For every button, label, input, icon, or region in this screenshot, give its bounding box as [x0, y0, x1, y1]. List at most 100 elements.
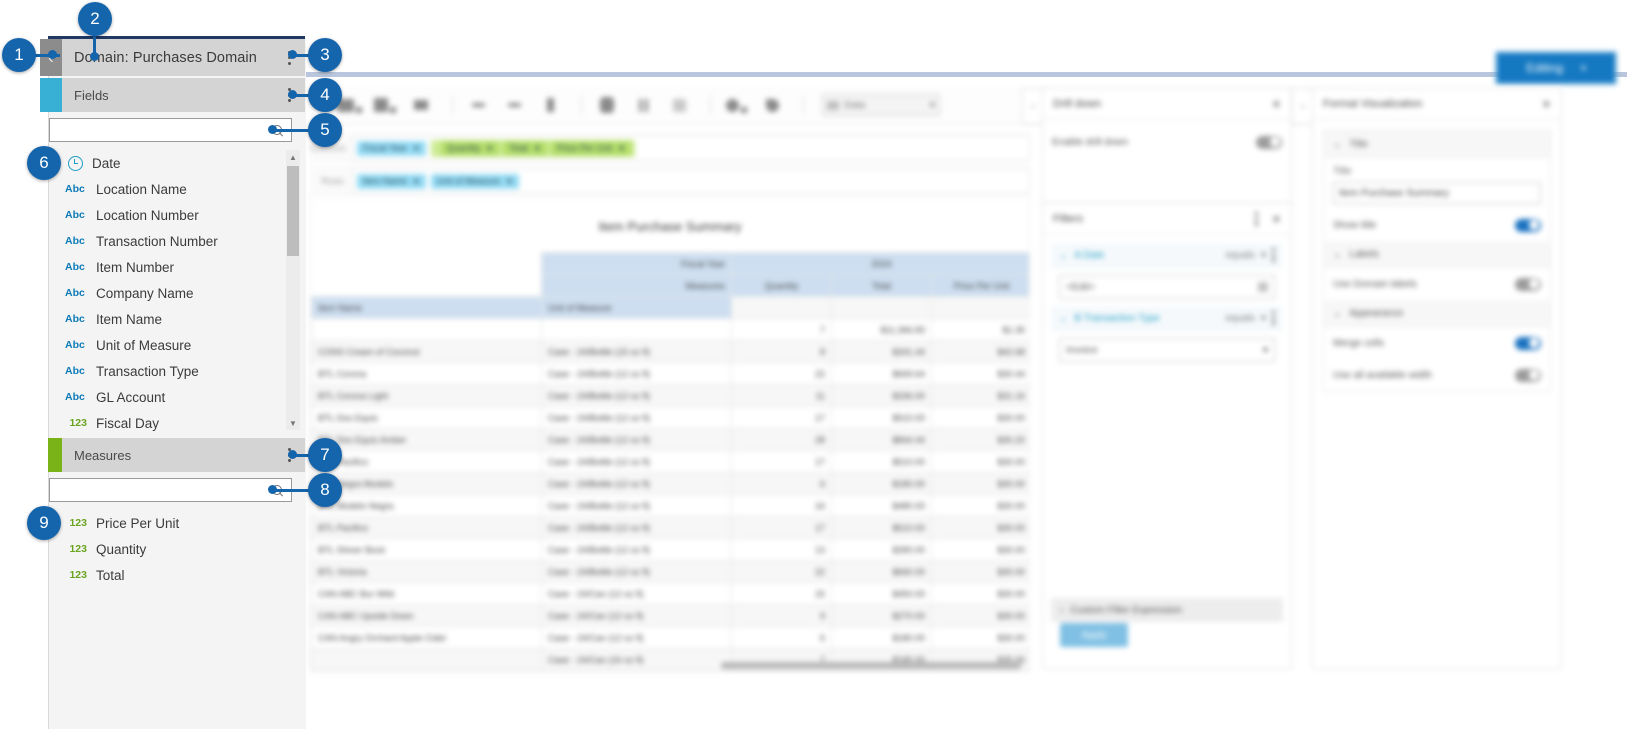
chevron-down-icon[interactable]: ▾	[1263, 345, 1268, 356]
appearance-section-header[interactable]: ⌄ Appearance	[1324, 300, 1550, 327]
editing-mode-button[interactable]: Editing ▾	[1495, 51, 1617, 85]
chip-label: Quantity	[446, 143, 481, 153]
enable-drilldown-row[interactable]: Enable drill down	[1043, 126, 1291, 158]
field-list-item[interactable]: Abc Transaction Number	[49, 228, 306, 254]
fields-search-input[interactable]	[49, 118, 292, 142]
use-all-width-row[interactable]: Use all available width	[1324, 359, 1550, 391]
filter-operator[interactable]: equals	[1226, 250, 1255, 261]
filter-header[interactable]: ⌄ A Date equals ▾	[1051, 243, 1283, 268]
filter-menu-icon[interactable]	[1272, 248, 1275, 262]
scroll-up-icon[interactable]: ▲	[286, 150, 300, 164]
show-title-toggle[interactable]	[1515, 218, 1541, 232]
chevron-down-icon[interactable]: ▾	[1261, 250, 1266, 261]
filter-menu-icon[interactable]	[1272, 311, 1275, 325]
use-domain-labels-row[interactable]: Use Domain labels	[1324, 268, 1550, 300]
undo-icon[interactable]	[463, 94, 493, 116]
field-list-item[interactable]: Abc Transaction Type	[49, 358, 306, 384]
filter-value-input[interactable]: <Edit>	[1059, 275, 1275, 299]
export-icon[interactable]	[370, 94, 400, 116]
close-icon[interactable]: ✕	[486, 144, 493, 153]
shelf-chip[interactable]: Item Name ✕	[356, 173, 426, 189]
table-cell: $510.00	[831, 516, 932, 539]
measures-list[interactable]: 123 Price Per Unit 123 Quantity 123 Total	[49, 510, 306, 610]
palette-icon[interactable]	[721, 94, 751, 116]
field-list-item[interactable]: Date	[49, 150, 306, 176]
apply-button[interactable]: Apply	[1060, 623, 1128, 647]
field-list-item[interactable]: 123 Quantity	[49, 536, 306, 562]
show-title-row[interactable]: Show title	[1324, 209, 1550, 241]
shelf-chip[interactable]: Unit of Measure ✕	[430, 173, 519, 189]
drilldown-panel-tab[interactable]: ›	[1022, 88, 1043, 124]
grid-icon[interactable]	[664, 94, 694, 116]
filter-value-select[interactable]: Invoice ▾	[1059, 338, 1275, 362]
pivot-visualization[interactable]: Item Purchase Summary Fiscal Year 2024 M…	[310, 196, 1030, 672]
custom-filter-expression-row[interactable]: › Custom Filter Expression	[1051, 598, 1283, 622]
measures-search-input[interactable]	[49, 478, 292, 502]
close-icon[interactable]: ✕	[1272, 213, 1281, 226]
horizontal-scrollbar[interactable]	[721, 662, 1021, 669]
pivot-table[interactable]: Fiscal Year 2024 Measures Quantity Total…	[311, 252, 1029, 671]
filter-operator[interactable]: equals	[1226, 313, 1255, 324]
chevron-down-icon[interactable]: ⌄	[1333, 308, 1341, 319]
scrollbar-thumb[interactable]	[287, 166, 299, 256]
close-icon[interactable]: ✕	[1542, 98, 1551, 111]
fields-scrollbar[interactable]: ▲ ▼	[286, 150, 300, 430]
redo-icon[interactable]	[499, 94, 529, 116]
merge-cells-row[interactable]: Merge cells	[1324, 327, 1550, 359]
measures-chip-group[interactable]: Quantity ✕ Total ✕ Price Per Unit ✕	[430, 139, 635, 157]
close-icon[interactable]: ✕	[413, 177, 420, 186]
shelf-chip[interactable]: Quantity ✕	[440, 140, 499, 156]
pause-icon[interactable]	[628, 94, 658, 116]
close-icon[interactable]: ✕	[506, 177, 513, 186]
filter-value: <Edit>	[1066, 281, 1095, 293]
shelf-chip[interactable]: Fiscal Year ✕	[357, 140, 426, 156]
chart-type-select[interactable]: Data ▾	[822, 94, 940, 116]
fields-list[interactable]: Date Abc Location Name Abc Location Number Ab…	[49, 150, 306, 435]
use-all-width-toggle[interactable]	[1515, 368, 1541, 382]
field-list-item[interactable]: Abc Location Number	[49, 202, 306, 228]
fields-section-header[interactable]: Fields	[62, 78, 305, 112]
title-section-header[interactable]: ⌄ Title	[1324, 131, 1550, 158]
field-list-item[interactable]: Abc Item Name	[49, 306, 306, 332]
chevron-down-icon[interactable]: ▾	[1261, 313, 1266, 324]
refresh-icon[interactable]	[592, 94, 622, 116]
use-domain-labels-toggle[interactable]	[1515, 277, 1541, 291]
chevron-down-icon[interactable]: ⌄	[1333, 249, 1341, 260]
close-icon[interactable]: ✕	[1272, 98, 1281, 111]
field-list-item[interactable]: 123 Fiscal Day	[49, 410, 306, 436]
brush-icon[interactable]	[757, 94, 787, 116]
field-list-item[interactable]: Abc Company Name	[49, 280, 306, 306]
field-list-item[interactable]: Abc GL Account	[49, 384, 306, 410]
field-list-item[interactable]: Abc Unit of Measure	[49, 332, 306, 358]
scroll-down-icon[interactable]: ▼	[286, 416, 300, 430]
close-icon[interactable]: ✕	[413, 144, 420, 153]
field-list-item[interactable]: Abc Item Number	[49, 254, 306, 280]
title-text-input[interactable]: Item Purchase Summary	[1333, 182, 1541, 204]
close-icon[interactable]: ✕	[618, 144, 625, 153]
merge-cells-toggle[interactable]	[1515, 336, 1541, 350]
formula-icon[interactable]	[535, 94, 565, 116]
close-icon[interactable]: ✕	[534, 144, 541, 153]
table-cell: $30.00	[930, 406, 1029, 429]
field-list-item[interactable]: 123 Price Per Unit	[49, 510, 306, 536]
calendar-icon[interactable]	[1258, 282, 1268, 292]
field-list-item[interactable]: 123 Total	[49, 562, 306, 588]
chevron-down-icon[interactable]: ⌄	[1059, 250, 1067, 261]
expand-icon[interactable]: ›	[1060, 605, 1063, 616]
table-cell: $660.00	[831, 560, 932, 583]
code-icon[interactable]	[406, 94, 436, 116]
enable-drilldown-toggle[interactable]	[1256, 135, 1282, 149]
filters-menu-icon[interactable]	[1254, 212, 1258, 226]
field-label: Item Number	[96, 259, 175, 275]
format-panel-tab[interactable]: ›	[1292, 88, 1313, 124]
field-list-item[interactable]: Abc Location Name	[49, 176, 306, 202]
rows-shelf[interactable]: Rows Item Name ✕ Unit of Measure ✕	[310, 166, 1030, 196]
columns-shelf[interactable]: Columns Fiscal Year ✕ Quantity ✕ Total ✕…	[310, 133, 1030, 163]
chevron-down-icon[interactable]: ⌄	[1333, 139, 1341, 150]
shelf-chip[interactable]: Total ✕	[502, 140, 547, 156]
measures-section-header[interactable]: Measures	[62, 438, 305, 472]
shelf-chip[interactable]: Price Per Unit ✕	[550, 140, 631, 156]
filter-header[interactable]: ⌄ B Transaction Type equals ▾	[1051, 306, 1283, 331]
chevron-down-icon[interactable]: ⌄	[1059, 313, 1067, 324]
labels-section-header[interactable]: ⌄ Labels	[1324, 241, 1550, 268]
